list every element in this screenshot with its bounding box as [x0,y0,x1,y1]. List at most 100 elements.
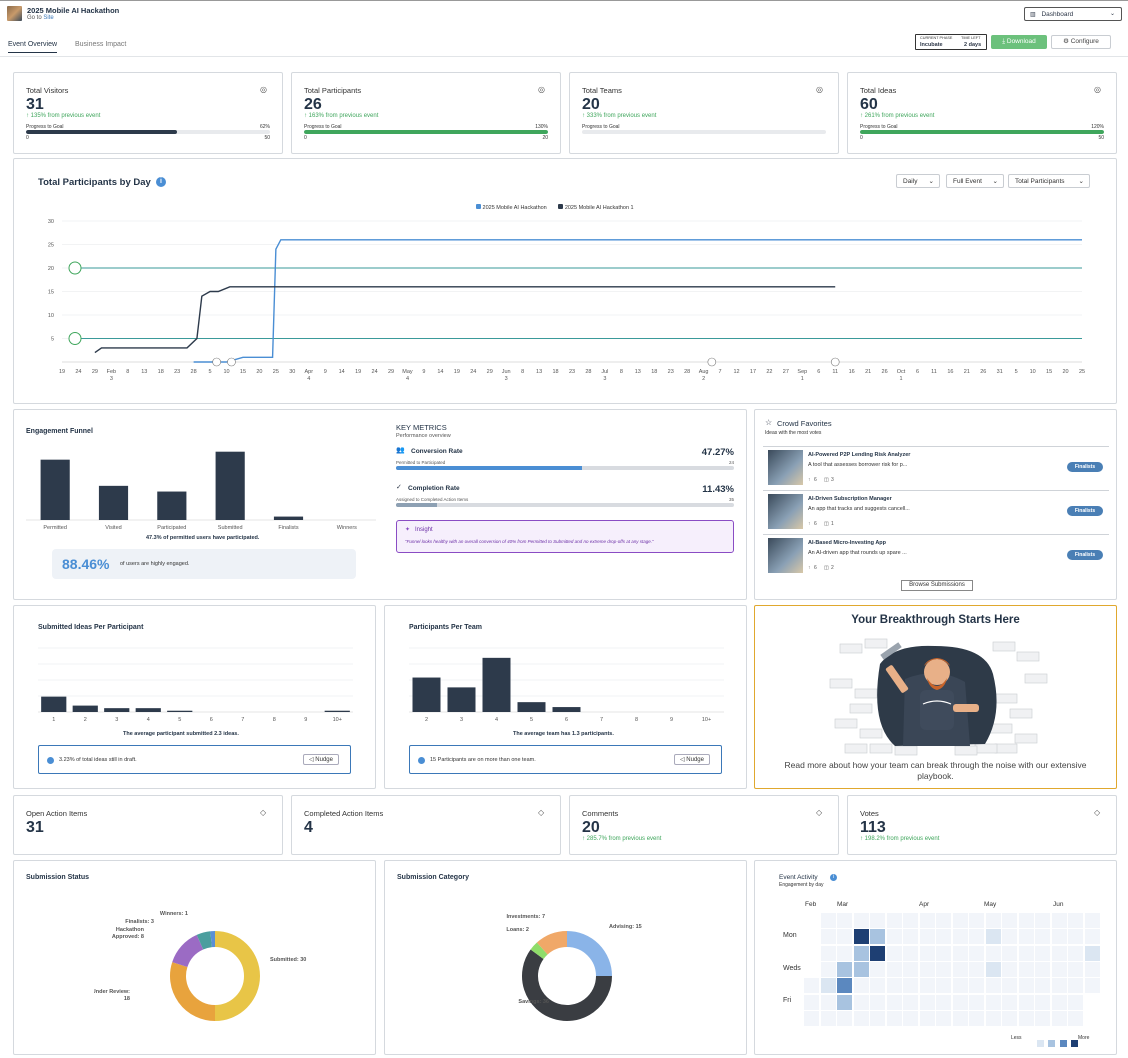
activity-cell[interactable] [853,929,869,945]
activity-cell[interactable] [853,978,869,994]
download-button[interactable]: ⤓ Download [991,35,1047,49]
activity-cell[interactable] [1051,945,1067,961]
range-select[interactable]: Full Event ⌄ [946,174,1004,188]
dashboard-select[interactable]: ▥ Dashboard ⌄ [1024,7,1122,21]
activity-cell[interactable] [969,913,984,928]
activity-cell[interactable] [1084,913,1100,928]
activity-cell[interactable] [1018,978,1034,994]
activity-cell[interactable] [820,913,836,928]
activity-cell[interactable] [1035,994,1050,1010]
activity-cell[interactable] [985,945,1001,961]
activity-cell[interactable] [936,945,951,961]
activity-cell[interactable] [985,978,1001,994]
configure-button[interactable]: ⚙ Configure [1051,35,1111,49]
activity-cell[interactable] [1051,1010,1067,1026]
activity-cell[interactable] [1051,961,1067,977]
browse-submissions-button[interactable]: Browse Submissions [901,580,973,591]
trophy-icon[interactable] [68,332,82,345]
activity-cell[interactable] [952,913,968,928]
activity-cell[interactable] [837,1010,852,1026]
info-icon[interactable]: i [156,177,166,187]
activity-cell[interactable] [1035,978,1050,994]
activity-cell[interactable] [1002,945,1017,961]
activity-cell[interactable] [1068,945,1083,961]
activity-cell[interactable] [952,994,968,1010]
activity-cell[interactable] [837,961,852,977]
activity-cell[interactable] [919,913,935,928]
activity-cell[interactable] [837,978,852,994]
activity-cell[interactable] [886,1010,902,1026]
activity-cell[interactable] [886,961,902,977]
activity-cell[interactable] [903,978,918,994]
metric-select[interactable]: Total Participants ⌄ [1008,174,1090,188]
activity-cell[interactable] [985,961,1001,977]
activity-cell[interactable] [969,1010,984,1026]
activity-cell[interactable] [985,913,1001,928]
activity-cell[interactable] [936,978,951,994]
activity-cell[interactable] [1018,994,1034,1010]
activity-cell[interactable] [1068,961,1083,977]
activity-cell[interactable] [820,945,836,961]
activity-cell[interactable] [1002,913,1017,928]
activity-cell[interactable] [936,961,951,977]
activity-cell[interactable] [1035,929,1050,945]
activity-cell[interactable] [969,994,984,1010]
activity-cell[interactable] [1068,913,1083,928]
activity-cell[interactable] [985,929,1001,945]
activity-cell[interactable] [919,1010,935,1026]
activity-cell[interactable] [870,961,885,977]
activity-cell[interactable] [919,978,935,994]
activity-cell[interactable] [1018,961,1034,977]
activity-cell[interactable] [820,1010,836,1026]
activity-cell[interactable] [853,961,869,977]
activity-cell[interactable] [886,913,902,928]
activity-cell[interactable] [969,961,984,977]
activity-cell[interactable] [837,913,852,928]
activity-cell[interactable] [1002,978,1017,994]
trophy-icon[interactable] [68,261,82,275]
activity-cell[interactable] [1084,929,1100,945]
activity-cell[interactable] [870,929,885,945]
activity-cell[interactable] [1051,929,1067,945]
activity-cell[interactable] [969,945,984,961]
activity-cell[interactable] [853,945,869,961]
activity-cell[interactable] [1084,978,1100,994]
activity-cell[interactable] [936,994,951,1010]
activity-cell[interactable] [1035,945,1050,961]
activity-cell[interactable] [1002,961,1017,977]
activity-cell[interactable] [1002,994,1017,1010]
activity-cell[interactable] [1018,929,1034,945]
activity-cell[interactable] [952,961,968,977]
activity-cell[interactable] [1068,994,1083,1010]
activity-cell[interactable] [903,929,918,945]
activity-cell[interactable] [985,1010,1001,1026]
activity-cell[interactable] [1002,929,1017,945]
activity-cell[interactable] [936,1010,951,1026]
activity-cell[interactable] [886,978,902,994]
event-marker-icon[interactable] [707,357,717,367]
activity-cell[interactable] [1068,929,1083,945]
activity-cell[interactable] [969,929,984,945]
activity-cell[interactable] [837,945,852,961]
activity-cell[interactable] [837,929,852,945]
activity-cell[interactable] [886,994,902,1010]
activity-cell[interactable] [1018,1010,1034,1026]
activity-cell[interactable] [804,994,819,1010]
activity-cell[interactable] [804,978,819,994]
activity-cell[interactable] [1018,913,1034,928]
activity-cell[interactable] [1035,913,1050,928]
crowd-item[interactable]: AI-Powered P2P Lending Risk Analyzer A t… [763,446,1109,488]
activity-cell[interactable] [903,961,918,977]
activity-cell[interactable] [870,913,885,928]
activity-cell[interactable] [903,1010,918,1026]
crowd-item[interactable]: AI-Driven Subscription Manager An app th… [763,490,1109,532]
activity-cell[interactable] [919,961,935,977]
activity-cell[interactable] [903,994,918,1010]
activity-cell[interactable] [1035,1010,1050,1026]
activity-cell[interactable] [969,978,984,994]
activity-cell[interactable] [1035,961,1050,977]
tab-business-impact[interactable]: Business Impact [75,41,126,48]
activity-cell[interactable] [886,929,902,945]
activity-cell[interactable] [1051,913,1067,928]
activity-cell[interactable] [837,994,852,1010]
